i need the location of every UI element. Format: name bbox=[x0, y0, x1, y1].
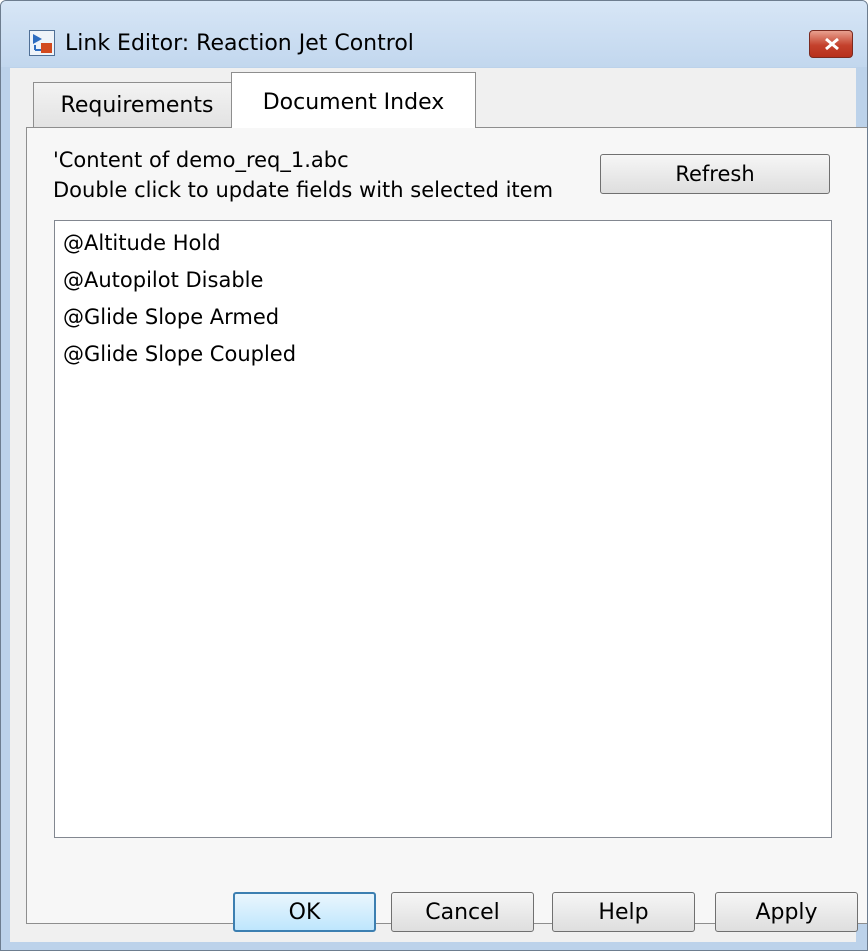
cancel-button[interactable]: Cancel bbox=[391, 892, 534, 932]
ok-button-label: OK bbox=[288, 899, 321, 925]
content-label: 'Content of demo_req_1.abc bbox=[53, 148, 349, 172]
tab-requirements[interactable]: Requirements bbox=[33, 82, 241, 128]
refresh-button-label: Refresh bbox=[675, 162, 755, 186]
hint-label: Double click to update fields with selec… bbox=[53, 178, 554, 202]
close-button[interactable] bbox=[809, 30, 853, 58]
list-item[interactable]: @Glide Slope Armed bbox=[63, 305, 279, 329]
apply-button-label: Apply bbox=[755, 899, 818, 925]
tab-document-index-label: Document Index bbox=[262, 90, 445, 115]
document-index-panel: 'Content of demo_req_1.abc Double click … bbox=[26, 127, 867, 924]
list-item[interactable]: @Altitude Hold bbox=[63, 231, 221, 255]
simulink-model-icon bbox=[29, 30, 55, 56]
list-item[interactable]: @Autopilot Disable bbox=[63, 268, 263, 292]
help-button[interactable]: Help bbox=[552, 892, 695, 932]
tab-requirements-label: Requirements bbox=[60, 93, 214, 118]
dialog-body: Requirements Document Index 'Content of … bbox=[10, 68, 867, 942]
refresh-button[interactable]: Refresh bbox=[600, 154, 830, 194]
cancel-button-label: Cancel bbox=[425, 899, 500, 925]
list-item[interactable]: @Glide Slope Coupled bbox=[63, 342, 296, 366]
title-bar[interactable]: Link Editor: Reaction Jet Control bbox=[1, 1, 867, 67]
close-icon bbox=[825, 37, 839, 51]
tab-document-index[interactable]: Document Index bbox=[231, 72, 476, 128]
document-index-list[interactable]: @Altitude Hold @Autopilot Disable @Glide… bbox=[54, 220, 832, 838]
link-editor-window: Link Editor: Reaction Jet Control Requir… bbox=[0, 0, 868, 951]
ok-button[interactable]: OK bbox=[233, 892, 376, 932]
apply-button[interactable]: Apply bbox=[715, 892, 858, 932]
help-button-label: Help bbox=[598, 899, 649, 925]
window-title: Link Editor: Reaction Jet Control bbox=[65, 31, 414, 56]
